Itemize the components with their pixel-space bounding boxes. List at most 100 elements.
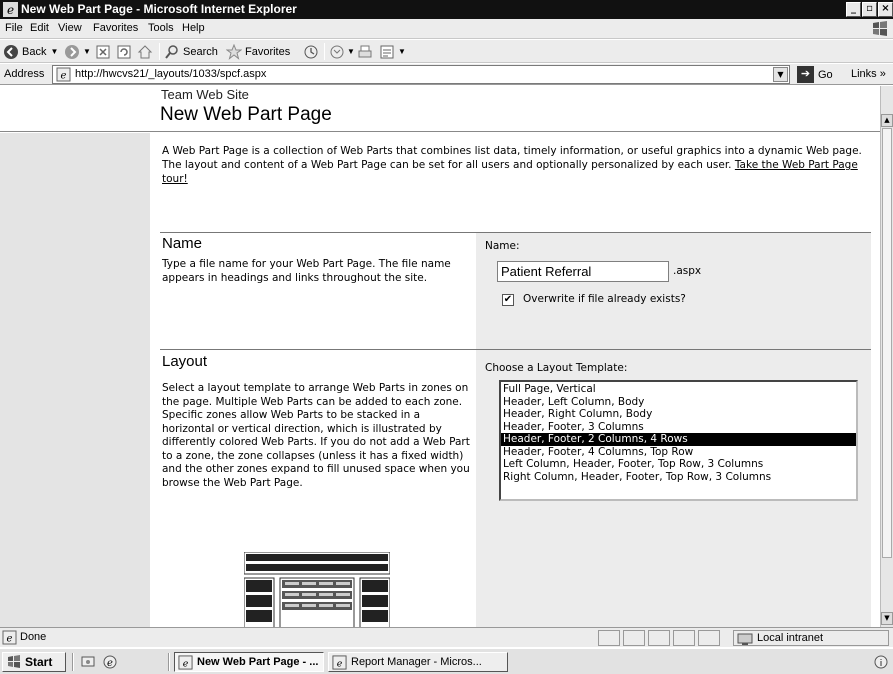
layout-field-label: Choose a Layout Template: (485, 362, 628, 374)
chevron-down-icon: ▼ (50, 47, 59, 56)
address-input[interactable]: e http://hwcvs21/_layouts/1033/spcf.aspx… (52, 65, 790, 84)
ie-launch-icon[interactable]: e (102, 654, 118, 670)
status-text: Done (20, 631, 47, 643)
status-bar: e Done Local intranet (0, 627, 893, 647)
taskbar-item-report-manager[interactable]: e Report Manager - Micros... (328, 652, 508, 672)
page-header: Team Web Site New Web Part Page (0, 86, 880, 132)
list-item[interactable]: Full Page, Vertical (501, 383, 856, 396)
star-icon (226, 43, 242, 60)
menu-view[interactable]: View (58, 22, 82, 34)
status-pane (623, 630, 645, 646)
chevron-down-icon: ▼ (347, 47, 355, 56)
list-item[interactable]: Header, Right Column, Body (501, 408, 856, 421)
scroll-up-button[interactable]: ▲ (881, 114, 893, 127)
zone-pane: Local intranet (733, 630, 889, 646)
status-pane (648, 630, 670, 646)
chevron-down-icon: ▼ (83, 47, 91, 56)
svg-text:i: i (880, 659, 883, 669)
name-field-label: Name: (485, 240, 520, 252)
start-button[interactable]: Start (2, 652, 66, 672)
favorites-button[interactable]: Favorites (226, 42, 290, 61)
name-section-description: Type a file name for your Web Part Page.… (162, 258, 451, 284)
menu-file[interactable]: File (5, 22, 23, 34)
home-button[interactable] (137, 42, 153, 61)
back-button[interactable]: Back ▼ (3, 42, 58, 61)
ie-page-icon: e (332, 654, 347, 670)
refresh-button[interactable] (116, 42, 132, 61)
menu-help[interactable]: Help (182, 22, 205, 34)
overwrite-label: Overwrite if file already exists? (523, 293, 686, 305)
layout-section-title: Layout (162, 353, 208, 370)
mail-icon (330, 45, 344, 58)
edit-page-icon (380, 45, 394, 58)
edit-button[interactable]: ▼ (379, 42, 406, 61)
home-icon (137, 44, 153, 58)
maximize-button[interactable]: ▫ (862, 2, 877, 17)
name-input[interactable] (497, 261, 669, 282)
list-item[interactable]: Left Column, Header, Footer, Top Row, 3 … (501, 458, 856, 471)
status-pane (673, 630, 695, 646)
windows-flag-icon (873, 21, 887, 36)
taskbar-item-new-web-part-page[interactable]: e New Web Part Page - ... (174, 652, 324, 672)
close-button[interactable]: × (878, 2, 893, 17)
svg-text:e: e (107, 658, 113, 669)
stop-button[interactable] (95, 42, 111, 61)
search-button[interactable]: Search (164, 42, 218, 61)
checkmark-icon: ✔ (503, 294, 513, 305)
page-done-icon: e (2, 630, 17, 645)
name-input-panel (476, 233, 871, 349)
extension-label: .aspx (673, 265, 702, 277)
refresh-icon (117, 45, 131, 58)
back-arrow-icon (4, 44, 18, 59)
scroll-down-button[interactable]: ▼ (881, 612, 893, 625)
page-content: Team Web Site New Web Part Page A Web Pa… (0, 86, 880, 627)
forward-arrow-icon (65, 44, 79, 59)
show-desktop-icon[interactable] (80, 654, 96, 670)
list-item[interactable]: Right Column, Header, Footer, Top Row, 3… (501, 471, 856, 484)
chevron-down-icon: ▼ (777, 70, 784, 79)
left-navigation (0, 133, 150, 627)
address-dropdown-button[interactable]: ▼ (773, 67, 788, 82)
print-button[interactable] (357, 42, 373, 61)
intranet-zone-icon (737, 633, 753, 645)
history-icon (304, 45, 318, 58)
menu-favorites[interactable]: Favorites (93, 22, 138, 34)
layout-template-listbox[interactable]: Full Page, Vertical Header, Left Column,… (499, 380, 858, 501)
list-item[interactable]: Header, Footer, 4 Columns, Top Row (501, 446, 856, 459)
menu-tools[interactable]: Tools (148, 22, 174, 34)
search-icon (165, 44, 178, 59)
mail-button[interactable]: ▼ (329, 42, 355, 61)
quicklaunch-separator (72, 653, 74, 671)
list-item[interactable]: Header, Left Column, Body (501, 396, 856, 409)
history-button[interactable] (303, 42, 319, 61)
zone-label: Local intranet (757, 632, 824, 644)
forward-button[interactable]: ▼ (64, 42, 91, 61)
minimize-button[interactable]: _ (846, 2, 861, 17)
list-item-selected[interactable]: Header, Footer, 2 Columns, 4 Rows (501, 433, 856, 446)
printer-icon (358, 45, 372, 57)
address-bar: Address e http://hwcvs21/_layouts/1033/s… (0, 64, 893, 85)
svg-text:e: e (183, 658, 189, 669)
status-pane (598, 630, 620, 646)
quicklaunch-separator (168, 653, 170, 671)
links-button[interactable]: Links » (851, 68, 886, 80)
list-item[interactable]: Header, Footer, 3 Columns (501, 421, 856, 434)
tray-notification-icon[interactable]: i (873, 654, 889, 670)
title-bar: e New Web Part Page - Microsoft Internet… (0, 0, 893, 19)
layout-preview-image (244, 552, 390, 627)
svg-text:e: e (7, 3, 14, 17)
ie-logo-icon: e (3, 2, 18, 17)
windows-flag-icon (8, 655, 20, 668)
go-button[interactable]: ➔ Go (797, 66, 833, 83)
go-arrow-icon: ➔ (797, 66, 814, 83)
ie-page-icon: e (178, 654, 193, 670)
menu-edit[interactable]: Edit (30, 22, 49, 34)
site-name[interactable]: Team Web Site (161, 87, 249, 102)
page-icon: e (56, 67, 71, 82)
overwrite-checkbox[interactable]: ✔ (502, 294, 514, 306)
vertical-scrollbar[interactable]: ▲ ▼ (880, 86, 893, 627)
scroll-thumb[interactable] (882, 128, 892, 558)
stop-icon (96, 45, 110, 58)
page-title: New Web Part Page (160, 104, 332, 125)
toolbar: Back ▼ ▼ Search Favorites ▼ ▼ (0, 40, 893, 63)
